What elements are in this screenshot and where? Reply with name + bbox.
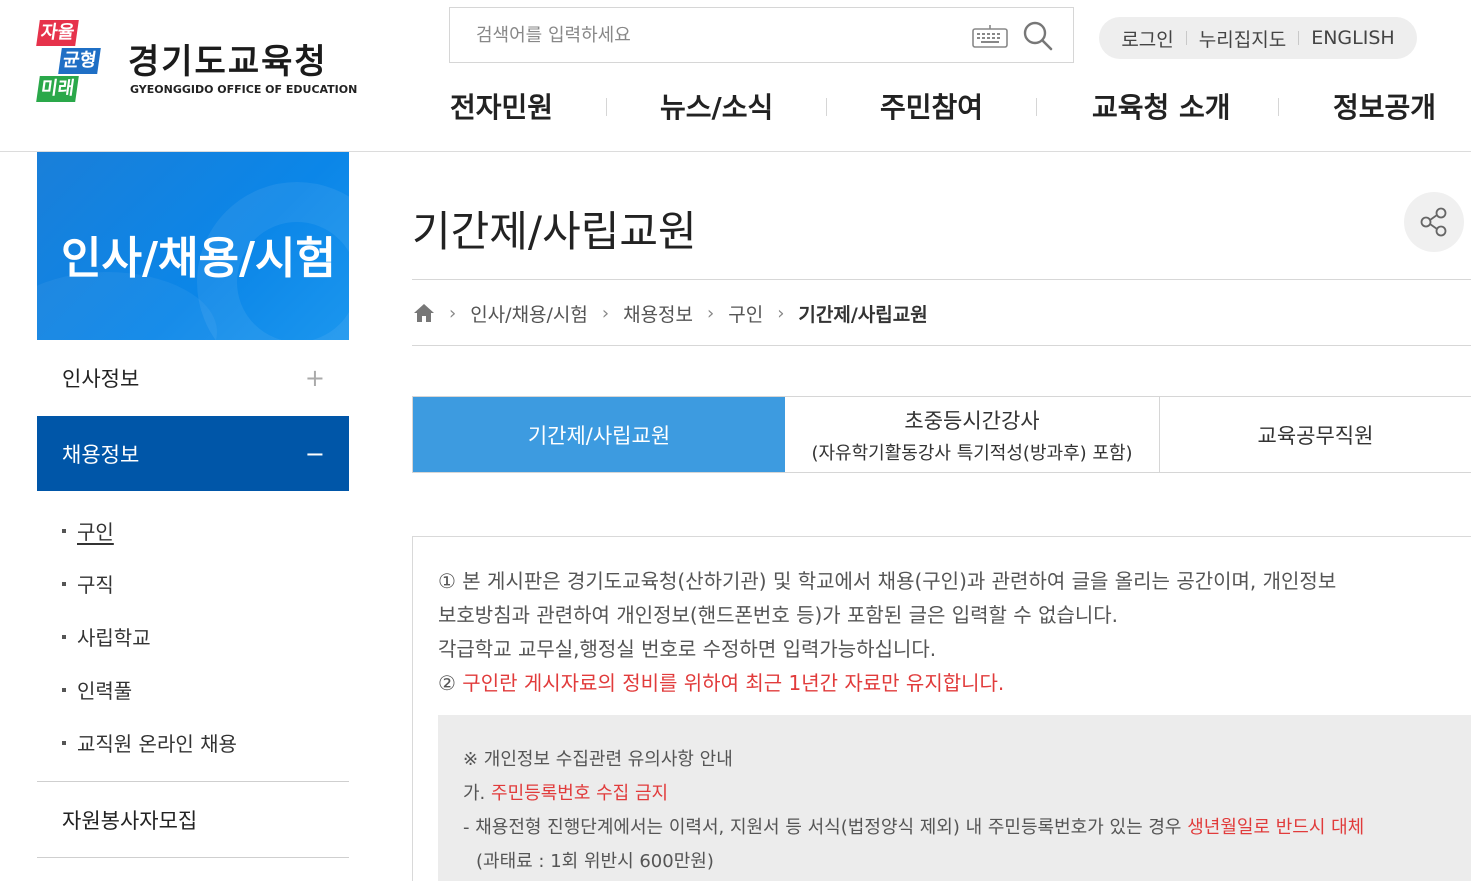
sidebar-subitem-label: 사립학교 <box>77 626 151 650</box>
notice-number: ② <box>438 671 463 695</box>
notice-line: ① 본 게시판은 경기도교육청(산하기관) 및 학교에서 채용(구인)과 관련하… <box>438 569 1337 593</box>
chevron-right-icon: › <box>707 302 715 324</box>
sidebar-subitem-talent-pool[interactable]: 인력풀 <box>62 675 132 704</box>
item-prefix: 가. <box>463 783 492 804</box>
gnb-item-civil-petition[interactable]: 전자민원 <box>450 86 553 126</box>
sidebar-subitem-label: 구직 <box>77 573 114 597</box>
notice-panel: ① 본 게시판은 경기도교육청(산하기관) 및 학교에서 채용(구인)과 관련하… <box>412 536 1471 881</box>
sidebar-item-recruitment-info[interactable]: 채용정보 − <box>37 416 349 491</box>
chevron-right-icon: › <box>449 302 457 324</box>
divider <box>1036 98 1037 116</box>
tab-part-time-lecturer[interactable]: 초중등시간강사 (자유학기활동강사 특기적성(방과후) 포함) <box>785 397 1160 472</box>
utility-menu: 로그인 누리집지도 ENGLISH <box>1099 17 1417 59</box>
sidebar-title: 인사/채용/시험 <box>61 233 337 284</box>
share-icon <box>1420 207 1447 237</box>
logo-mark-line: 미래 <box>36 76 79 102</box>
bullet <box>62 634 66 639</box>
gnb-item-news[interactable]: 뉴스/소식 <box>660 86 773 126</box>
bullet <box>62 528 66 533</box>
sidebar-subitem-job-seek[interactable]: 구직 <box>62 569 114 598</box>
logo-mark-line: 자율 <box>36 20 79 46</box>
sidebar-subitem-job-offer[interactable]: 구인 <box>62 516 114 545</box>
search-icon[interactable] <box>1022 20 1054 52</box>
tab-sublabel: (자유학기활동강사 특기적성(방과후) 포함) <box>811 442 1133 464</box>
page-title: 기간제/사립교원 <box>412 207 697 256</box>
plus-icon: + <box>304 364 325 392</box>
sidebar-subitem-label: 교직원 온라인 채용 <box>77 732 237 756</box>
category-tabs: 기간제/사립교원 초중등시간강사 (자유학기활동강사 특기적성(방과후) 포함)… <box>412 396 1471 473</box>
breadcrumb: › 인사/채용/시험 › 채용정보 › 구인 › 기간제/사립교원 <box>413 300 928 326</box>
tab-label: 초중등시간강사 <box>904 408 1040 433</box>
item-warning: 주민등록번호 수집 금지 <box>491 783 669 804</box>
notice-line: 보호방침과 관련하여 개인정보(핸드폰번호 등)가 포함된 글은 입력할 수 없… <box>438 603 1119 627</box>
logo-mark: 자율 균형 미래 <box>36 20 118 104</box>
gnb-item-disclosure[interactable]: 정보공개 <box>1333 86 1436 126</box>
sidebar-item-label: 자원봉사자모집 <box>62 809 198 833</box>
divider <box>412 279 1471 280</box>
sidebar-subitem-online-hiring[interactable]: 교직원 온라인 채용 <box>62 728 237 757</box>
sidebar-subitem-label: 인력풀 <box>77 679 133 703</box>
sidebar-item-label: 채용정보 <box>62 442 140 467</box>
tab-label: 교육공무직원 <box>1257 423 1374 448</box>
privacy-notice-detail: - 채용전형 진행단계에서는 이력서, 지원서 등 서식(법정양식 제외) 내 … <box>463 813 1364 839</box>
sidebar-header: 인사/채용/시험 <box>37 152 349 340</box>
notice-warning: 구인란 게시자료의 정비를 위하여 최근 1년간 자료만 유지합니다. <box>462 671 1005 695</box>
divider <box>1298 31 1300 45</box>
privacy-notice-box: ※ 개인정보 수집관련 유의사항 안내 가. 주민등록번호 수집 금지 - 채용… <box>438 715 1471 881</box>
penalty-note: (과태료 : 1회 위반시 600만원) <box>476 851 714 872</box>
chevron-right-icon: › <box>777 302 785 324</box>
sidebar-item-personnel-info[interactable]: 인사정보 + <box>37 340 349 416</box>
logo-title: 경기도교육청 <box>128 42 328 82</box>
notice-line: 각급학교 교무실,행정실 번호로 수정하면 입력가능하십니다. <box>438 637 937 661</box>
gnb-item-about[interactable]: 교육청 소개 <box>1092 86 1231 126</box>
sitemap-link[interactable]: 누리집지도 <box>1199 25 1286 52</box>
divider <box>1278 98 1279 116</box>
login-link[interactable]: 로그인 <box>1121 25 1173 52</box>
divider <box>606 98 607 116</box>
sidebar-item-label: 인사정보 <box>62 367 140 391</box>
breadcrumb-current: 기간제/사립교원 <box>798 303 928 326</box>
logo-subtitle: GYEONGGIDO OFFICE OF EDUCATION <box>130 83 358 96</box>
sidebar-subitem-label: 구인 <box>77 520 114 544</box>
notice-line: ② 구인란 게시자료의 정비를 위하여 최근 1년간 자료만 유지합니다. <box>438 667 1004 696</box>
privacy-notice-item: 가. 주민등록번호 수집 금지 <box>463 779 668 805</box>
site-logo[interactable]: 자율 균형 미래 경기도교육청 GYEONGGIDO OFFICE OF EDU… <box>36 20 366 110</box>
bullet <box>62 740 66 745</box>
breadcrumb-item[interactable]: 인사/채용/시험 <box>470 300 588 327</box>
gnb-item-participation[interactable]: 주민참여 <box>880 86 983 126</box>
share-button[interactable] <box>1404 192 1464 252</box>
tab-fixed-term-private[interactable]: 기간제/사립교원 <box>412 397 785 472</box>
search-input[interactable] <box>450 8 960 62</box>
sidebar-item-volunteer[interactable]: 자원봉사자모집 <box>37 782 349 858</box>
divider <box>412 345 1471 346</box>
privacy-notice-heading: ※ 개인정보 수집관련 유의사항 안내 <box>463 749 733 770</box>
detail-text: - 채용전형 진행단계에서는 이력서, 지원서 등 서식(법정양식 제외) 내 … <box>463 817 1188 838</box>
tab-education-staff[interactable]: 교육공무직원 <box>1160 397 1471 472</box>
breadcrumb-item[interactable]: 채용정보 <box>623 300 693 327</box>
logo-mark-line: 균형 <box>58 48 101 74</box>
search-box <box>449 7 1074 63</box>
divider <box>826 98 827 116</box>
divider <box>37 857 349 858</box>
bullet <box>62 687 66 692</box>
divider <box>1185 31 1187 45</box>
sidebar-subitem-private-school[interactable]: 사립학교 <box>62 622 151 651</box>
breadcrumb-item[interactable]: 구인 <box>728 300 763 327</box>
english-link[interactable]: ENGLISH <box>1311 27 1394 49</box>
keyboard-icon[interactable] <box>972 24 1008 48</box>
bullet <box>62 581 66 586</box>
home-icon[interactable] <box>413 303 435 323</box>
minus-icon: − <box>304 439 325 468</box>
tab-label: 기간제/사립교원 <box>527 423 671 448</box>
detail-warning: 생년월일로 반드시 대체 <box>1187 817 1365 838</box>
global-nav: 전자민원 뉴스/소식 주민참여 교육청 소개 정보공개 <box>430 86 1471 132</box>
chevron-right-icon: › <box>601 302 610 324</box>
